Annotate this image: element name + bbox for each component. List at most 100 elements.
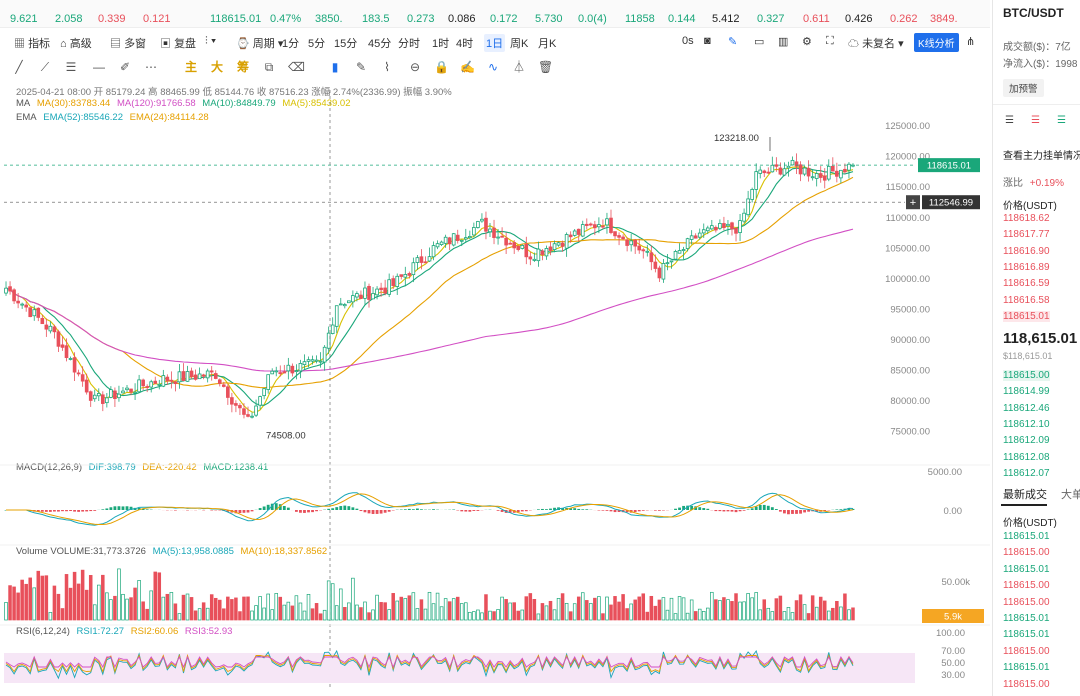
camera-icon[interactable]: ◙ (704, 35, 711, 47)
ask-price[interactable]: 118616.90 (1003, 246, 1050, 257)
period-option[interactable]: 1日 (484, 34, 506, 52)
more-tools-icon[interactable]: ⋯ (144, 60, 158, 74)
volume-bar (185, 593, 190, 621)
pencil-icon[interactable]: ✎ (354, 60, 368, 74)
candle-body (730, 222, 734, 230)
candle-body (560, 242, 565, 247)
ask-price[interactable]: 118616.58 (1003, 295, 1050, 306)
ask-price[interactable]: 118616.59 (1003, 278, 1050, 289)
horizontal-line-icon[interactable]: — (92, 60, 106, 74)
bid-price[interactable]: 118615.00 (1003, 370, 1050, 381)
period-option[interactable]: 月K (538, 35, 556, 51)
indicator-button[interactable]: ▦ 指标 (14, 35, 50, 51)
magnet-icon[interactable]: ⧉ (262, 60, 276, 74)
parallel-channel-icon[interactable]: ☰ (64, 60, 78, 74)
bid-price[interactable]: 118612.08 (1003, 452, 1050, 463)
candle-body (629, 240, 633, 246)
big-order-button[interactable]: 大 (210, 60, 224, 74)
lock-closed-icon[interactable]: 🔒 (434, 60, 449, 74)
volume-bar (28, 577, 32, 621)
price-tick: 80000.00 (890, 396, 930, 407)
volume-bar (641, 593, 646, 621)
ask-price[interactable]: 118616.89 (1003, 262, 1050, 273)
magnet-snap-icon[interactable]: ∿ (486, 60, 500, 74)
advanced-button[interactable]: ⌂ 高级 (60, 35, 92, 51)
candle-body (443, 236, 448, 244)
rsi-tick: 50.00 (941, 658, 965, 669)
chart-type-button[interactable]: ⫶ ▾ (205, 35, 216, 48)
eraser-icon[interactable]: ⌫ (288, 60, 305, 74)
bookmark-icon[interactable]: ▮ (328, 60, 342, 74)
add-alert-button[interactable]: 加预警 (1003, 79, 1044, 97)
candle-body (455, 234, 460, 241)
brush-icon[interactable]: ⌇ (380, 60, 394, 74)
volume-bar (714, 599, 718, 621)
bid-price[interactable]: 118614.99 (1003, 386, 1050, 397)
volume-bar (286, 601, 291, 621)
volume-bar (476, 609, 480, 621)
adjust-button[interactable]: ☁ 未复名 ▾ (848, 35, 904, 51)
volume-bar (508, 602, 512, 621)
share-icon[interactable]: ⋔ (966, 35, 975, 48)
candle-body (714, 226, 718, 231)
kline-chart[interactable]: 125000.00120000.00115000.00110000.001050… (0, 80, 990, 696)
period-button[interactable]: ⌚ 周期 ▾ (236, 35, 283, 51)
price-tick: 110000.00 (886, 213, 930, 224)
ask-price[interactable]: 118618.62 (1003, 213, 1050, 224)
volume-bar (629, 603, 633, 621)
period-option[interactable]: 1分 (282, 35, 299, 51)
bid-price[interactable]: 118612.07 (1003, 468, 1050, 479)
trash-icon[interactable]: 🗑 (538, 60, 553, 74)
bid-price[interactable]: 118612.10 (1003, 419, 1050, 430)
chip-button[interactable]: 筹 (236, 60, 250, 74)
ticker-value: 183.5 (362, 13, 390, 25)
volume-bar (423, 608, 428, 621)
layout-icon[interactable]: ▭ (754, 35, 764, 48)
draw-pen-icon[interactable]: ✎ (728, 35, 737, 48)
bid-price[interactable]: 118612.09 (1003, 435, 1050, 446)
period-option[interactable]: 4时 (456, 35, 473, 51)
candle-body (72, 357, 77, 373)
ruler-icon[interactable]: ✐ (118, 60, 132, 74)
settings-icon[interactable]: ⚙ (802, 35, 812, 48)
candle-body (584, 223, 589, 226)
book-view-icon[interactable]: ☰ (1005, 115, 1014, 126)
ask-price[interactable]: 118615.01 (1003, 310, 1050, 322)
candle-body (601, 225, 605, 228)
macd-bar (93, 510, 97, 511)
asks-view-icon[interactable]: ☰ (1031, 115, 1040, 126)
lock-icon[interactable]: ⊖ (408, 60, 422, 74)
macd-bar (286, 507, 290, 510)
volume-bar (464, 602, 468, 621)
view-main-orders-link[interactable]: 查看主力挂单情况 (1003, 147, 1080, 162)
compare-icon[interactable]: ▥ (778, 35, 788, 48)
candle-body (254, 405, 258, 416)
period-option[interactable]: 5分 (308, 35, 325, 51)
bids-view-icon[interactable]: ☰ (1057, 115, 1066, 126)
period-option[interactable]: 45分 (368, 35, 391, 51)
filter-icon[interactable]: ⏃ (512, 60, 526, 74)
period-option[interactable]: 15分 (334, 35, 357, 51)
multi-window-button[interactable]: ▤ 多窗 (110, 35, 146, 51)
period-option[interactable]: 1时 (432, 35, 449, 51)
ray-line-icon[interactable]: ⟋ (38, 60, 52, 74)
replay-button[interactable]: ▣ 复盘 (160, 35, 196, 51)
period-option[interactable]: 周K (510, 35, 528, 51)
ask-price[interactable]: 118617.77 (1003, 229, 1050, 240)
fullscreen-icon[interactable]: ⛶ (826, 35, 834, 48)
candle-body (472, 227, 476, 236)
kline-analysis-button[interactable]: K线分析 (914, 33, 959, 52)
main-force-button[interactable]: 主 (184, 60, 198, 74)
period-option[interactable]: 分时 (398, 35, 420, 51)
volume-bar (536, 613, 541, 621)
candle-body (459, 239, 464, 242)
volume-bar (593, 597, 597, 621)
volume-bar (278, 596, 283, 621)
trend-line-icon[interactable]: ╱ (12, 60, 26, 74)
bid-price[interactable]: 118612.46 (1003, 403, 1050, 414)
macd-bar (85, 510, 89, 512)
tab-latest-trades[interactable]: 最新成交 (1003, 486, 1047, 502)
edit-icon[interactable]: ✍ (460, 60, 475, 74)
tab-big-orders[interactable]: 大单 (1061, 486, 1080, 502)
candle-body (185, 371, 190, 382)
